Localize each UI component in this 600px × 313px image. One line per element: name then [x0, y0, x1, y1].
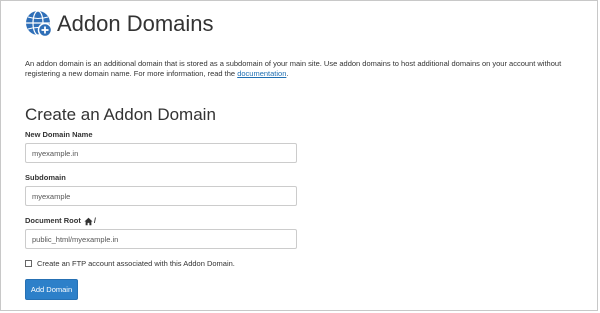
document-root-label: Document Root /	[25, 216, 96, 226]
new-domain-label-text: New Domain Name	[25, 130, 93, 139]
page-header: Addon Domains	[25, 10, 214, 38]
description-text: An addon domain is an additional domain …	[25, 59, 562, 78]
globe-plus-icon	[25, 10, 53, 38]
form-title: Create an Addon Domain	[25, 105, 216, 124]
ftp-account-checkbox[interactable]	[25, 260, 32, 267]
subdomain-label: Subdomain	[25, 173, 66, 183]
ftp-account-label: Create an FTP account associated with th…	[37, 259, 235, 268]
subdomain-input[interactable]	[25, 186, 297, 206]
document-root-label-text: Document Root	[25, 216, 81, 225]
subdomain-label-text: Subdomain	[25, 173, 66, 182]
document-root-suffix: /	[93, 216, 96, 225]
new-domain-input[interactable]	[25, 143, 297, 163]
document-root-input[interactable]	[25, 229, 297, 249]
ftp-account-option: Create an FTP account associated with th…	[25, 259, 235, 268]
documentation-link[interactable]: documentation	[237, 69, 286, 78]
add-domain-button[interactable]: Add Domain	[25, 279, 78, 300]
page-description: An addon domain is an additional domain …	[25, 59, 585, 79]
page-title: Addon Domains	[57, 11, 214, 36]
page-frame: Addon Domains An addon domain is an addi…	[0, 0, 598, 311]
new-domain-label: New Domain Name	[25, 130, 93, 140]
home-icon	[84, 217, 93, 226]
description-end: .	[286, 69, 289, 78]
